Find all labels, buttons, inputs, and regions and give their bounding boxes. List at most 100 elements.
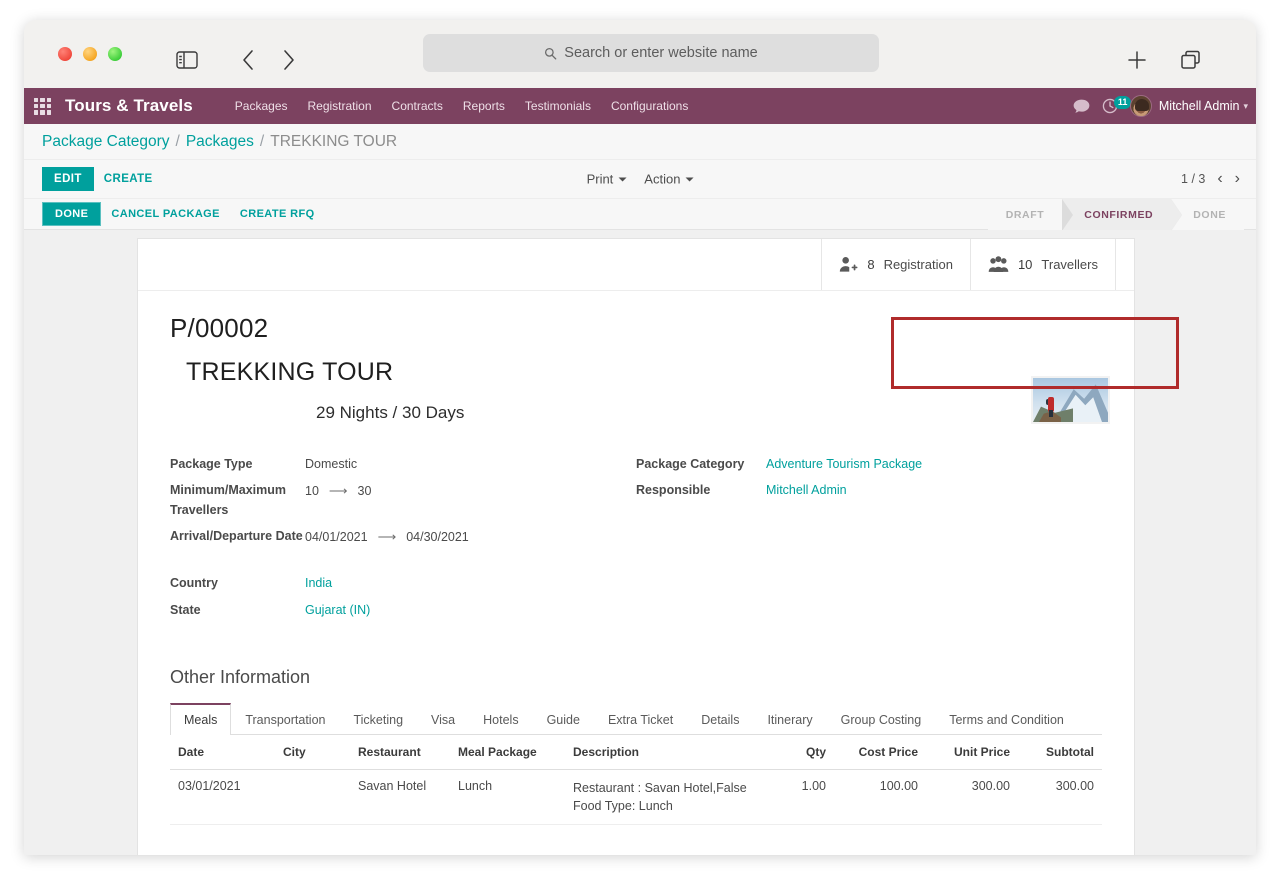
column-date[interactable]: Date <box>170 735 275 771</box>
create-rfq-button[interactable]: CREATE RFQ <box>230 203 325 225</box>
print-dropdown[interactable]: Print <box>587 172 627 187</box>
address-bar-placeholder: Search or enter website name <box>564 45 758 61</box>
min-travellers-value: 10 <box>305 483 319 498</box>
maximize-window-button[interactable] <box>108 47 122 61</box>
field-value-range: 04/01/2021 ⟶ 04/30/2021 <box>305 527 469 547</box>
messages-icon[interactable] <box>1073 99 1090 114</box>
travellers-stat-button[interactable]: 10 Travellers <box>969 239 1116 290</box>
chevron-down-icon <box>685 177 694 181</box>
activities-menu[interactable]: 11 <box>1102 96 1132 114</box>
state-link[interactable]: Gujarat (IN) <box>305 601 370 620</box>
page-title: TREKKING TOUR <box>186 358 394 386</box>
avatar <box>1129 95 1152 117</box>
forward-arrow-icon[interactable] <box>272 43 306 77</box>
table-header-row: Date City Restaurant Meal Package Descri… <box>170 735 1102 771</box>
travellers-count: 10 <box>1017 257 1033 272</box>
column-city[interactable]: City <box>275 735 350 771</box>
stat-button-bar: 8 Registration 10 Travellers <box>138 239 1134 291</box>
breadcrumb-item-package-category[interactable]: Package Category <box>42 133 170 151</box>
apps-menu-icon[interactable] <box>34 97 51 115</box>
meals-table-header: Date City Restaurant Meal Package Descri… <box>170 735 1102 771</box>
menu-item-registration[interactable]: Registration <box>298 93 382 119</box>
chevron-down-icon <box>618 177 627 181</box>
tab-overview-icon[interactable] <box>1174 43 1208 77</box>
menu-item-reports[interactable]: Reports <box>453 93 515 119</box>
close-window-button[interactable] <box>58 47 72 61</box>
column-subtotal[interactable]: Subtotal <box>1018 735 1102 771</box>
pager-previous-icon[interactable]: ‹ <box>1217 171 1222 187</box>
breadcrumb-separator: / <box>175 132 180 150</box>
column-qty[interactable]: Qty <box>762 735 834 771</box>
print-label: Print <box>586 171 614 187</box>
column-description[interactable]: Description <box>565 735 762 771</box>
done-button[interactable]: DONE <box>42 202 102 226</box>
meals-table: Date City Restaurant Meal Package Descri… <box>170 735 1102 855</box>
form-statusbar: DONE CANCEL PACKAGE CREATE RFQ DRAFT CON… <box>24 198 1256 231</box>
back-arrow-icon[interactable] <box>231 43 265 77</box>
tab-hotels[interactable]: Hotels <box>469 703 532 735</box>
stage-draft[interactable]: DRAFT <box>987 199 1063 231</box>
field-group-spacer <box>170 554 636 574</box>
tab-group-costing[interactable]: Group Costing <box>827 703 936 735</box>
tab-transportation[interactable]: Transportation <box>231 703 339 735</box>
create-button[interactable]: CREATE <box>94 168 163 190</box>
table-row-partially-visible[interactable] <box>170 825 1102 855</box>
desktop-background: Search or enter website name Tours & Tra… <box>0 0 1280 875</box>
field-value: Domestic <box>305 457 358 471</box>
menu-item-configurations[interactable]: Configurations <box>601 93 698 119</box>
plus-icon[interactable] <box>1120 43 1154 77</box>
field-package-type: Package Type Domestic <box>170 455 636 474</box>
column-unit-price[interactable]: Unit Price <box>926 735 1018 771</box>
table-row[interactable]: 03/01/2021 Savan Hotel Lunch Restaurant … <box>170 769 1102 826</box>
menu-item-testimonials[interactable]: Testimonials <box>515 93 601 119</box>
column-restaurant[interactable]: Restaurant <box>350 735 450 771</box>
search-icon <box>545 47 557 60</box>
arrival-date-value: 04/01/2021 <box>305 529 368 544</box>
cell-subtotal: 300.00 <box>1018 769 1102 826</box>
description-line-1: Restaurant : Savan Hotel,False <box>573 781 747 796</box>
cancel-package-button[interactable]: CANCEL PACKAGE <box>101 203 229 225</box>
menu-item-contracts[interactable]: Contracts <box>382 93 453 119</box>
edit-button[interactable]: EDIT <box>42 167 94 191</box>
control-panel-dropdowns: Print Action <box>587 172 694 187</box>
app-brand-name[interactable]: Tours & Travels <box>65 96 193 116</box>
breadcrumb-item-current: TREKKING TOUR <box>270 132 398 150</box>
form-scroll-area[interactable]: 8 Registration 10 Travellers P/00002 TRE… <box>24 230 1256 855</box>
other-information-heading: Other Information <box>170 667 311 688</box>
column-cost-price[interactable]: Cost Price <box>834 735 926 771</box>
country-link[interactable]: India <box>305 574 332 593</box>
tab-itinerary[interactable]: Itinerary <box>753 703 826 735</box>
package-category-link[interactable]: Adventure Tourism Package <box>766 455 922 474</box>
departure-date-value: 04/30/2021 <box>406 529 469 544</box>
browser-window: Search or enter website name Tours & Tra… <box>24 20 1256 855</box>
cell-unit-price: 300.00 <box>926 769 1018 826</box>
max-travellers-value: 30 <box>357 483 372 498</box>
menu-item-packages[interactable]: Packages <box>225 93 298 119</box>
address-bar[interactable]: Search or enter website name <box>423 34 879 72</box>
breadcrumb-item-packages[interactable]: Packages <box>186 133 254 151</box>
registration-stat-button[interactable]: 8 Registration <box>821 239 970 290</box>
chevron-down-icon: ▾ <box>1243 100 1248 111</box>
stage-confirmed[interactable]: CONFIRMED <box>1062 199 1172 231</box>
user-menu[interactable]: Mitchell Admin ▾ <box>1129 95 1248 117</box>
sidebar-toggle-icon[interactable] <box>170 43 204 77</box>
tab-visa[interactable]: Visa <box>417 703 469 735</box>
tab-ticketing[interactable]: Ticketing <box>339 703 417 735</box>
tab-terms-and-condition[interactable]: Terms and Condition <box>935 703 1078 735</box>
pager-next-icon[interactable]: › <box>1235 171 1240 187</box>
column-meal-package[interactable]: Meal Package <box>450 735 565 771</box>
action-dropdown[interactable]: Action <box>644 172 694 187</box>
field-label: Responsible <box>636 483 711 498</box>
field-label: Country <box>170 576 218 591</box>
tab-details[interactable]: Details <box>687 703 753 735</box>
responsible-link[interactable]: Mitchell Admin <box>766 481 847 500</box>
cell-unit-price <box>926 825 1018 855</box>
cell-date: 03/01/2021 <box>170 769 275 826</box>
arrow-right-icon: ⟶ <box>328 483 348 499</box>
tab-guide[interactable]: Guide <box>533 703 594 735</box>
tab-meals[interactable]: Meals <box>170 703 232 736</box>
minimize-window-button[interactable] <box>83 47 97 61</box>
odoo-navbar: Tours & Travels Packages Registration Co… <box>24 88 1256 124</box>
record-reference: P/00002 <box>170 313 269 343</box>
tab-extra-ticket[interactable]: Extra Ticket <box>594 703 687 735</box>
